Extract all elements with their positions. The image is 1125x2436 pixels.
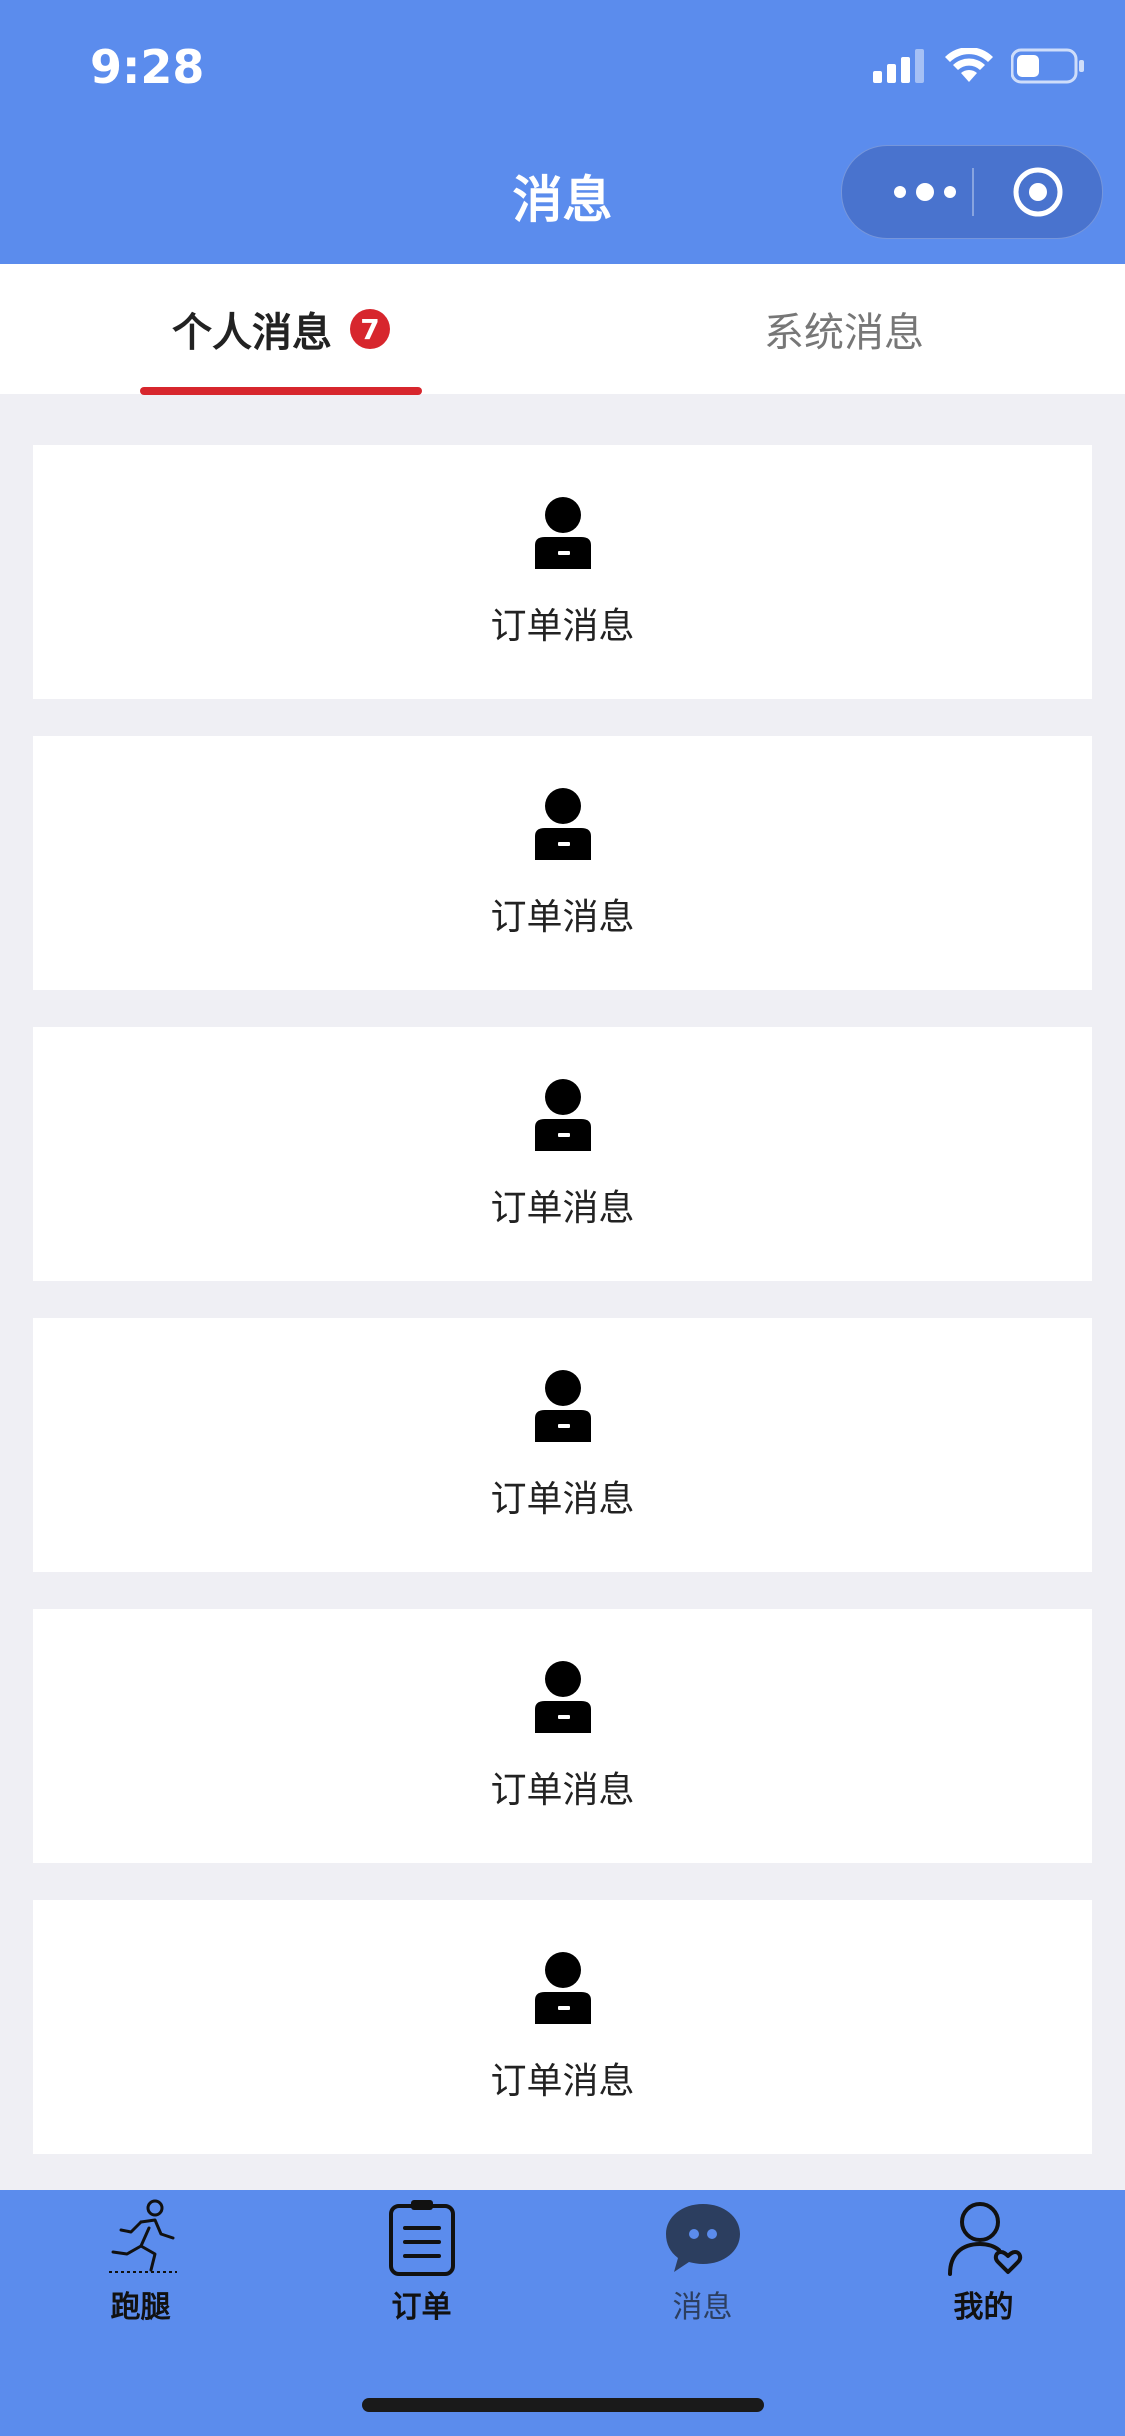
runner-icon [108,2199,177,2273]
more-button[interactable] [880,146,970,238]
active-tab-indicator [140,387,422,395]
user-icon [535,1661,591,1733]
message-label: 订单消息 [490,1770,635,1811]
more-dot-icon [916,183,934,201]
user-icon [535,788,591,860]
clipboard-icon [388,2200,455,2276]
message-label: 订单消息 [490,606,635,647]
message-card[interactable]: 订单消息 [33,445,1092,699]
tabbar-item-errand[interactable]: 跑腿 [0,2190,281,2330]
message-label: 订单消息 [490,1188,635,1229]
more-dot-icon [894,186,906,198]
mini-program-capsule [841,145,1103,239]
user-icon [535,1370,591,1442]
tab-label: 个人消息 [172,310,332,356]
app-header: 9:28 消息 [0,0,1125,264]
message-card[interactable]: 订单消息 [33,1609,1092,1863]
tab-system-messages[interactable]: 系统消息 [563,264,1125,394]
message-label: 订单消息 [490,2061,635,2102]
home-indicator [362,2398,764,2412]
chat-bubble-icon [665,2204,740,2272]
tabbar-item-profile[interactable]: 我的 [843,2190,1124,2330]
more-dot-icon [944,186,956,198]
tab-label: 系统消息 [764,310,924,356]
wifi-icon [945,48,993,82]
user-icon [535,497,591,569]
tabbar-label: 订单 [391,2290,452,2325]
unread-badge: 7 [350,309,390,349]
message-card[interactable]: 订单消息 [33,1900,1092,2154]
status-icons [873,48,1085,84]
battery-icon [1011,48,1084,84]
tabbar-label: 跑腿 [110,2290,171,2325]
tab-personal-messages[interactable]: 个人消息 7 [0,264,562,394]
status-time: 9:28 [90,40,205,94]
message-label: 订单消息 [490,1479,635,1520]
message-label: 订单消息 [490,897,635,938]
close-target-icon[interactable] [1012,166,1064,218]
tabbar-label: 消息 [672,2290,733,2325]
message-card[interactable]: 订单消息 [33,1318,1092,1572]
user-icon [535,1079,591,1151]
message-card[interactable]: 订单消息 [33,736,1092,990]
tabbar-item-messages[interactable]: 消息 [562,2190,843,2330]
tabbar-item-orders[interactable]: 订单 [281,2190,562,2330]
tabbar-label: 我的 [953,2290,1014,2325]
message-tabs: 个人消息 7 系统消息 [0,264,1125,395]
profile-heart-icon [947,2202,1022,2276]
signal-icon [873,49,924,83]
capsule-divider [972,168,974,216]
message-card[interactable]: 订单消息 [33,1027,1092,1281]
user-icon [535,1952,591,2024]
